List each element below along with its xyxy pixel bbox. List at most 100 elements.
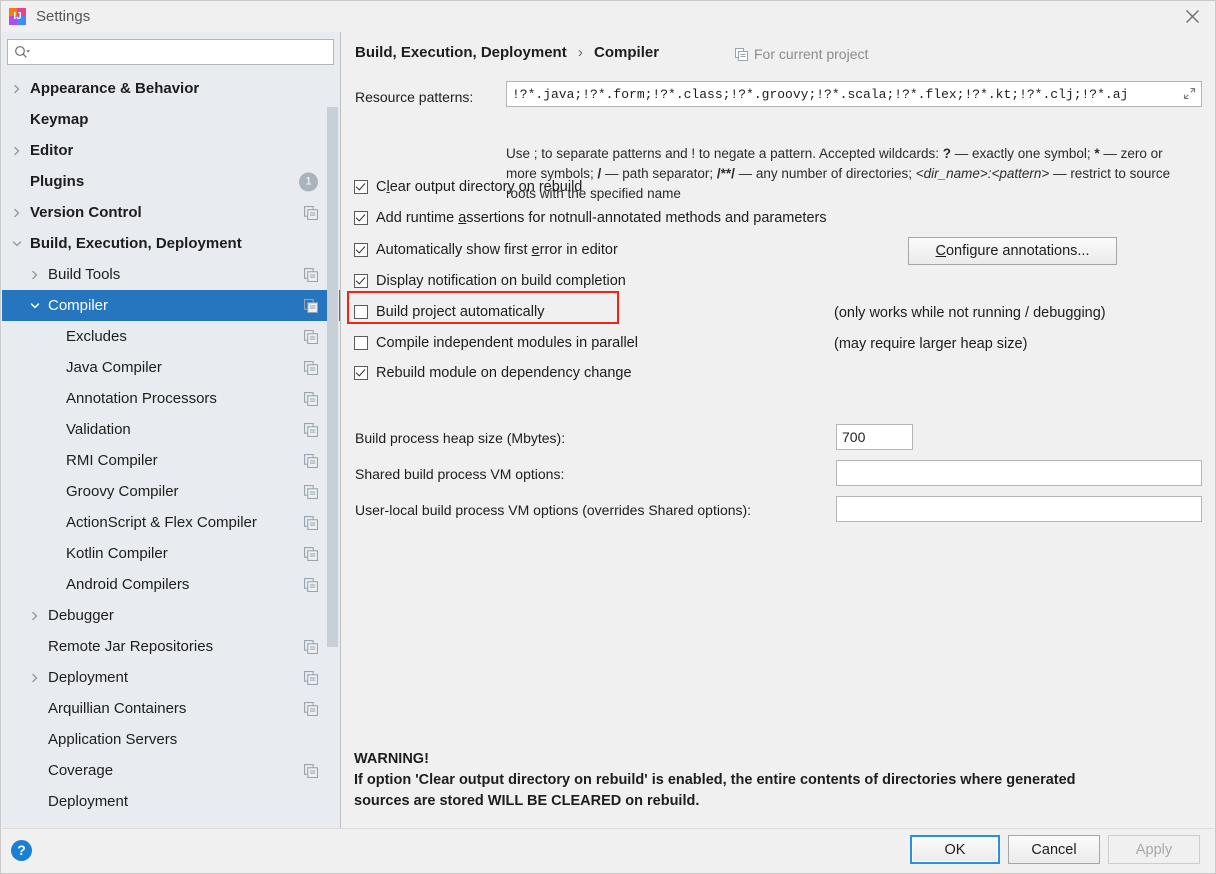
sidebar-item-debugger[interactable]: Debugger [2,600,340,631]
user-local-vm-options-label: User-local build process VM options (ove… [355,502,752,518]
chevron-right-icon[interactable] [10,82,24,96]
sidebar-item-android-compilers[interactable]: Android Compilers [2,569,340,600]
sidebar-item-version-control[interactable]: Version Control [2,197,340,228]
checkbox-clear-output-directory-on-rebuild[interactable]: Clear output directory on rebuild [354,179,582,195]
expand-icon[interactable] [1183,87,1197,101]
copy-icon [304,577,318,592]
sidebar-item-label: Appearance & Behavior [30,80,200,97]
checkbox-input[interactable] [354,180,368,194]
sidebar-item-groovy-compiler[interactable]: Groovy Compiler [2,476,340,507]
checkbox-input[interactable] [354,211,368,225]
shared-vm-options-input[interactable] [837,463,1201,483]
checkbox-input[interactable] [354,243,368,257]
sidebar-item-java-compiler[interactable]: Java Compiler [2,352,340,383]
sidebar-item-compiler[interactable]: Compiler [2,290,340,321]
chevron-right-icon[interactable] [28,609,42,623]
checkbox-input[interactable] [354,274,368,288]
hint-part-4: — path separator; [601,166,717,181]
chevron-right-icon[interactable] [10,144,24,158]
breadcrumb: Build, Execution, Deployment › Compiler [355,44,659,61]
shared-vm-options-label: Shared build process VM options: [355,466,565,482]
chevron-right-icon[interactable] [28,268,42,282]
checkbox-label: Automatically show first error in editor [376,242,618,258]
checkbox-label: Add runtime assertions for notnull-annot… [376,210,827,226]
sidebar-item-deployment[interactable]: Deployment [2,662,340,693]
checkbox-compile-independent-modules-in-parallel[interactable]: Compile independent modules in parallel [354,335,638,351]
copy-icon [304,298,318,313]
sidebar-item-kotlin-compiler[interactable]: Kotlin Compiler [2,538,340,569]
for-current-project-text: For current project [754,46,869,62]
close-icon[interactable] [1169,1,1215,32]
chevron-down-icon[interactable] [10,237,24,251]
checkbox-input[interactable] [354,366,368,380]
sidebar-item-build-tools[interactable]: Build Tools [2,259,340,290]
resource-patterns-hint: Use ; to separate patterns and ! to nega… [506,144,1196,204]
user-local-vm-options-input[interactable] [837,499,1201,519]
user-local-vm-options-field[interactable] [836,496,1202,522]
checkbox-display-notification-on-build-completion[interactable]: Display notification on build completion [354,273,626,289]
checkbox-input[interactable] [354,305,368,319]
sidebar-item-remote-jar-repositories[interactable]: Remote Jar Repositories [2,631,340,662]
sidebar-item-label: Editor [30,142,74,159]
resource-patterns-field[interactable] [506,81,1202,107]
checkbox-label: Build project automatically [376,304,544,320]
checkbox-label-pre: Automatically show first [376,242,532,258]
sidebar-item-editor[interactable]: Editor [2,135,340,166]
sidebar-item-arquillian-containers[interactable]: Arquillian Containers [2,693,340,724]
sidebar-item-build-execution-deployment[interactable]: Build, Execution, Deployment [2,228,340,259]
heap-size-field[interactable] [836,424,913,450]
cancel-button[interactable]: Cancel [1008,835,1100,864]
sidebar-item-application-servers[interactable]: Application Servers [2,724,340,755]
checkbox-build-project-automatically[interactable]: Build project automatically [354,304,544,320]
sidebar-item-label: Compiler [48,297,109,314]
sidebar-item-label: ActionScript & Flex Compiler [66,514,257,531]
settings-dialog: IJ Settings Appearance & Behavior Keymap E… [0,0,1216,874]
sidebar-item-validation[interactable]: Validation [2,414,340,445]
sidebar-item-excludes[interactable]: Excludes [2,321,340,352]
heap-size-input[interactable] [837,427,912,447]
shared-vm-options-field[interactable] [836,460,1202,486]
checkbox-automatically-show-first-error-in-editor[interactable]: Automatically show first error in editor [354,242,618,258]
sidebar-item-coverage[interactable]: Coverage [2,755,340,786]
sidebar-item-label: Remote Jar Repositories [48,638,214,655]
copy-icon [304,453,318,468]
copy-icon [304,670,318,685]
sidebar-item-keymap[interactable]: Keymap [2,104,340,135]
sidebar-item-deployment[interactable]: Deployment [2,786,340,817]
chevron-right-icon[interactable] [28,671,42,685]
sidebar-item-label: Debugger [48,607,114,624]
checkbox-note: (only works while not running / debuggin… [834,305,1106,321]
ok-button[interactable]: OK [910,835,1000,864]
heap-size-label: Build process heap size (Mbytes): [355,430,566,446]
configure-annotations-rest: onfigure annotations... [945,243,1090,259]
sidebar-item-label: Android Compilers [66,576,190,593]
hint-bold-1: ? [942,146,952,161]
sidebar-item-rmi-compiler[interactable]: RMI Compiler [2,445,340,476]
sidebar-item-label: Deployment [48,669,129,686]
resource-patterns-input[interactable] [507,84,1201,104]
compiler-settings-panel: Build, Execution, Deployment › Compiler … [342,32,1214,829]
search-box[interactable] [7,39,334,65]
chevron-down-icon[interactable] [28,299,42,313]
configure-annotations-button[interactable]: Configure annotations... [908,237,1117,265]
checkbox-add-runtime-assertions-for-notnull-annot[interactable]: Add runtime assertions for notnull-annot… [354,210,827,226]
apply-button: Apply [1108,835,1200,864]
help-button[interactable]: ? [11,840,32,861]
checkbox-rebuild-module-on-dependency-change[interactable]: Rebuild module on dependency change [354,365,632,381]
checkbox-input[interactable] [354,336,368,350]
sidebar-item-annotation-processors[interactable]: Annotation Processors [2,383,340,414]
sidebar-item-plugins[interactable]: Plugins 1 [2,166,340,197]
copy-icon [304,515,318,530]
sidebar-scrollbar-track[interactable] [327,73,339,829]
sidebar-scrollbar-thumb[interactable] [327,107,338,647]
chevron-right-icon[interactable] [10,206,24,220]
sidebar-item-actionscript-flex-compiler[interactable]: ActionScript & Flex Compiler [2,507,340,538]
sidebar-item-label: Application Servers [48,731,178,748]
sidebar-item-label: Version Control [30,204,142,221]
breadcrumb-parent[interactable]: Build, Execution, Deployment [355,44,567,61]
sidebar-item-appearance-behavior[interactable]: Appearance & Behavior [2,73,340,104]
search-input[interactable] [32,42,333,62]
